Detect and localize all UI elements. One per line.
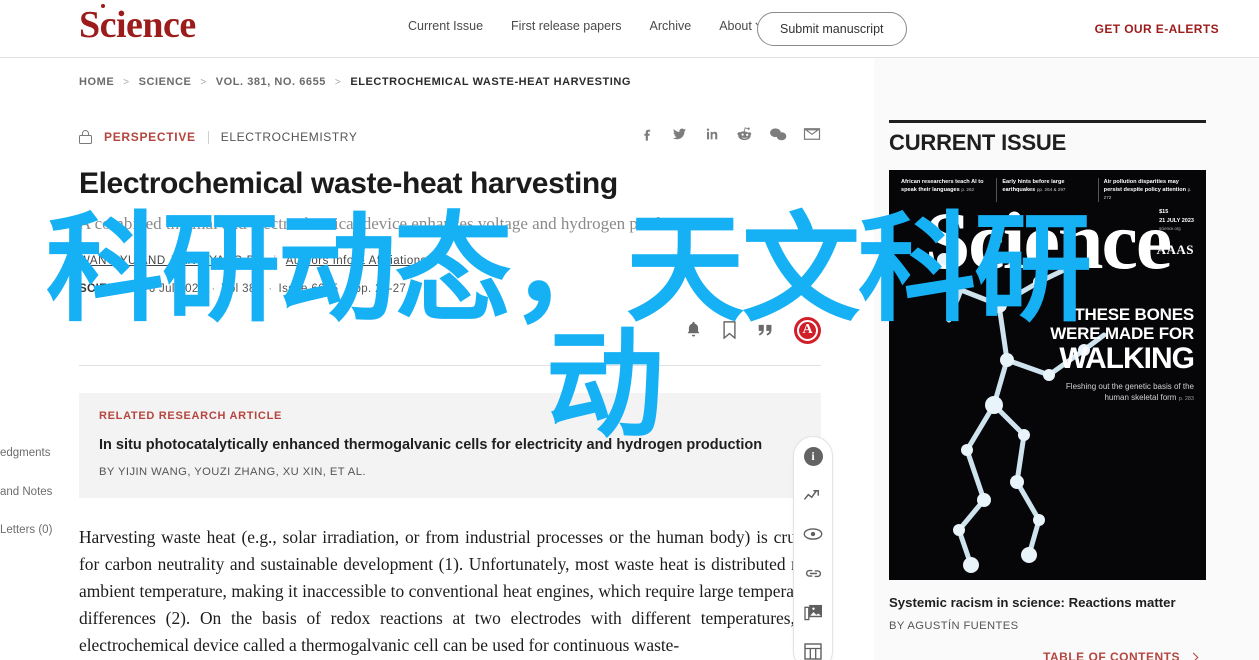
sidebar-feature-caption[interactable]: Systemic racism in science: Reactions ma…	[889, 595, 1206, 610]
email-icon[interactable]	[803, 126, 821, 142]
wechat-icon[interactable]	[769, 126, 787, 142]
left-section-nav: edgments and Notes Letters (0)	[0, 447, 66, 564]
divider	[79, 364, 821, 366]
logo-text: Science	[79, 4, 196, 46]
cover-feature-line1: THESE BONES WERE MADE FOR	[1050, 305, 1194, 344]
submit-manuscript-button[interactable]: Submit manuscript	[757, 12, 907, 46]
lock-icon	[79, 130, 92, 144]
article-authors: WANG YU AND JIANG YANG DU | Authors Info &…	[79, 254, 427, 267]
divider	[207, 130, 209, 144]
citation-volume: Vol 381	[221, 282, 263, 295]
related-label: RELATED RESEARCH ARTICLE	[99, 409, 283, 422]
authors-info-affiliations-link[interactable]: Authors Info & Affiliations	[286, 255, 427, 267]
citation-issue: Issue 6655	[278, 282, 339, 295]
toc-label: TABLE OF CONTENTS	[1043, 650, 1180, 660]
logo-dot	[101, 4, 105, 8]
related-research-article-box[interactable]: RELATED RESEARCH ARTICLE In situ photoca…	[79, 392, 821, 498]
article-citation: SCIENCE · 6 Jul 2023 · Vol 381 · Issue 6655 · pp…	[79, 282, 407, 295]
page-title: Electrochemical waste-heat harvesting	[79, 167, 618, 200]
related-byline: BY YIJIN WANG, YOUZI ZHANG, XU XIN, ET A…	[99, 465, 366, 478]
article-type-badge[interactable]: PERSPECTIVE	[104, 130, 196, 144]
breadcrumb-separator: >	[200, 76, 207, 88]
bookmark-icon[interactable]	[722, 321, 737, 340]
get-e-alerts-link[interactable]: GET OUR E-ALERTS	[1095, 22, 1219, 36]
article-action-icons: A	[685, 316, 821, 344]
left-nav-acknowledgments[interactable]: edgments	[0, 447, 66, 460]
article-subject[interactable]: ELECTROCHEMISTRY	[221, 130, 358, 144]
nav-archive[interactable]: Archive	[650, 19, 692, 33]
chevron-right-icon	[1188, 652, 1199, 660]
article-tools-rail: i	[793, 436, 833, 660]
figures-image-icon[interactable]	[803, 602, 823, 622]
article-main: PERSPECTIVE ELECTROCHEMISTRY Electrochem…	[79, 126, 821, 659]
cover-publisher-logo: AAAS	[1156, 242, 1194, 257]
citation-source: SCIENCE	[79, 282, 133, 295]
breadcrumb-item-current: ELECTROCHEMICAL WASTE-HEAT HARVESTING	[350, 76, 632, 88]
reddit-icon[interactable]	[736, 126, 753, 142]
breadcrumb: HOME > SCIENCE > VOL. 381, NO. 6655 > EL…	[79, 76, 631, 88]
eye-view-icon[interactable]	[803, 524, 823, 544]
breadcrumb-separator: >	[123, 76, 130, 88]
table-of-contents-link[interactable]: TABLE OF CONTENTS	[1043, 650, 1199, 660]
current-issue-cover-image[interactable]: African researchers teach AI to speak th…	[889, 170, 1206, 580]
science-article-page: Science Current Issue First release pape…	[0, 0, 1259, 660]
social-share-group	[639, 126, 821, 142]
facebook-icon[interactable]	[639, 126, 655, 142]
sidebar-top-rule	[889, 120, 1206, 123]
linkedin-icon[interactable]	[704, 126, 720, 142]
twitter-icon[interactable]	[671, 126, 688, 142]
link-icon[interactable]	[803, 563, 823, 583]
cover-feature-block: THESE BONES WERE MADE FOR WALKING Fleshi…	[1044, 305, 1195, 404]
metrics-trend-icon[interactable]	[803, 485, 823, 505]
main-nav: Current Issue First release papers Archi…	[408, 17, 767, 33]
breadcrumb-item-science[interactable]: SCIENCE	[139, 76, 192, 88]
citation-date: 6 Jul 2023	[148, 282, 206, 295]
cite-quote-icon[interactable]	[757, 322, 774, 338]
cover-issue-meta: $15 21 JULY 2023 science.org	[1159, 209, 1194, 231]
left-nav-references-and-notes[interactable]: and Notes	[0, 486, 66, 499]
alerts-bell-icon[interactable]	[685, 321, 702, 339]
pdf-icon[interactable]: A	[794, 316, 821, 344]
nav-first-release-papers[interactable]: First release papers	[511, 19, 621, 33]
science-logo[interactable]: Science	[79, 4, 196, 46]
cover-feature-sub: Fleshing out the genetic basis of the hu…	[1065, 382, 1194, 403]
breadcrumb-separator: >	[334, 76, 342, 88]
citation-pages: pp. 26-27	[354, 282, 407, 295]
nav-current-issue[interactable]: Current Issue	[408, 19, 483, 33]
cover-feature-line2: WALKING	[1059, 342, 1195, 376]
breadcrumb-item-volume[interactable]: VOL. 381, NO. 6655	[216, 76, 326, 88]
nav-about-label: About	[719, 19, 752, 33]
info-icon[interactable]: i	[803, 446, 823, 466]
article-action-row: A	[79, 316, 821, 357]
site-header: Science Current Issue First release pape…	[0, 0, 1259, 58]
left-nav-eletters[interactable]: Letters (0)	[0, 524, 66, 537]
breadcrumb-item-home[interactable]: HOME	[79, 76, 114, 88]
tables-icon[interactable]	[803, 641, 823, 660]
related-title[interactable]: In situ photocatalytically enhanced ther…	[99, 435, 801, 455]
article-body-text: Harvesting waste heat (e.g., solar irrad…	[79, 526, 821, 655]
article-standfirst: A combined thermal and electrochemical d…	[79, 213, 704, 233]
sidebar-title: CURRENT ISSUE	[889, 130, 1067, 155]
article-kicker-row: PERSPECTIVE ELECTROCHEMISTRY	[79, 126, 821, 148]
sidebar-feature-byline: BY AGUSTÍN FUENTES	[889, 620, 1019, 632]
author-links[interactable]: WANG YU AND JIANG YANG DU	[79, 255, 264, 267]
